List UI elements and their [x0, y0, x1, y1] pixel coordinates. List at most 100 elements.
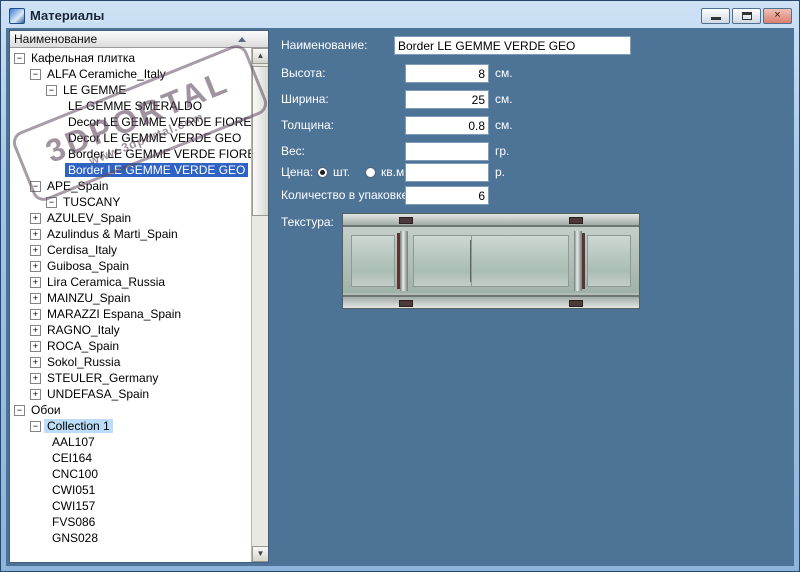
name-input[interactable]	[394, 36, 631, 55]
tree-item[interactable]: Decor LE GEMME VERDE FIORE	[10, 114, 251, 130]
expand-icon[interactable]: +	[30, 324, 41, 336]
materials-tree: − Кафельная плитка − ALFA Ceramiche_Italy − L…	[10, 48, 251, 562]
price-per-sqm-radio[interactable]	[365, 167, 376, 178]
tree-item[interactable]: − APE_Spain	[10, 178, 251, 194]
collapse-icon[interactable]: −	[46, 84, 57, 96]
tree-item[interactable]: + Sokol_Russia	[10, 354, 251, 370]
expand-icon[interactable]: +	[30, 292, 41, 304]
tree-item[interactable]: + UNDEFASA_Spain	[10, 386, 251, 402]
tree-item[interactable]: CWI157	[10, 498, 251, 514]
name-label: Наименование:	[281, 38, 368, 52]
tree-item[interactable]: − Collection 1	[10, 418, 251, 434]
sort-arrow-icon	[238, 37, 246, 42]
window-title: Материалы	[30, 8, 105, 23]
maximize-button[interactable]	[732, 7, 761, 24]
tree-item-label: CWI157	[52, 499, 96, 513]
expand-icon[interactable]: +	[30, 244, 41, 256]
tree-item[interactable]: − LE GEMME	[10, 82, 251, 98]
tree-item[interactable]: + STEULER_Germany	[10, 370, 251, 386]
tree-item[interactable]: − Кафельная плитка	[10, 50, 251, 66]
scrollbar-thumb[interactable]	[252, 66, 268, 216]
expand-icon[interactable]: +	[30, 276, 41, 288]
tree-item[interactable]: + Lira Ceramica_Russia	[10, 274, 251, 290]
tree-item[interactable]: − TUSCANY	[10, 194, 251, 210]
tree-item-label: CNC100	[52, 467, 99, 481]
tree-item-label: Decor LE GEMME VERDE GEO	[68, 131, 242, 145]
collapse-icon[interactable]: −	[14, 52, 25, 64]
height-input[interactable]	[405, 64, 489, 83]
tree-item-label: Sokol_Russia	[47, 355, 121, 369]
tree-item[interactable]: GNS028	[10, 530, 251, 546]
price-input[interactable]	[405, 163, 489, 182]
height-unit: см.	[495, 66, 513, 80]
expand-icon[interactable]: +	[30, 340, 41, 352]
tree-item[interactable]: + MARAZZI Espana_Spain	[10, 306, 251, 322]
tree-item[interactable]: − Обои	[10, 402, 251, 418]
tree-item-label: MAINZU_Spain	[47, 291, 131, 305]
tree-item-label: FVS086	[52, 515, 96, 529]
tree-item[interactable]: Border LE GEMME VERDE GEO	[10, 162, 251, 178]
tree-column-header[interactable]: Наименование	[10, 31, 268, 48]
tree-item-label: ALFA Ceramiche_Italy	[47, 67, 166, 81]
tree-item[interactable]: + Cerdisa_Italy	[10, 242, 251, 258]
thickness-unit: см.	[495, 118, 513, 132]
scroll-up-button[interactable]: ▲	[252, 48, 268, 64]
collapse-icon[interactable]: −	[30, 180, 41, 192]
close-button[interactable]: ×	[763, 7, 792, 24]
tree-item[interactable]: Border LE GEMME VERDE FIORE	[10, 146, 251, 162]
tree-item-label: RAGNO_Italy	[47, 323, 120, 337]
titlebar[interactable]: Материалы ×	[6, 4, 794, 27]
tree-item[interactable]: LE GEMME SMERALDO	[10, 98, 251, 114]
expand-icon[interactable]: +	[30, 260, 41, 272]
tree-item-label: CEI164	[52, 451, 93, 465]
price-per-sqm-label: кв.м.	[381, 165, 408, 179]
tree-item[interactable]: + Azulindus & Marti_Spain	[10, 226, 251, 242]
minimize-button[interactable]	[701, 7, 730, 24]
tree-item[interactable]: − ALFA Ceramiche_Italy	[10, 66, 251, 82]
tree-item[interactable]: + ROCA_Spain	[10, 338, 251, 354]
expand-icon[interactable]: +	[30, 388, 41, 400]
minimize-icon	[711, 16, 721, 20]
expand-icon[interactable]: +	[30, 356, 41, 368]
width-input[interactable]	[405, 90, 489, 109]
collapse-icon[interactable]: −	[46, 196, 57, 208]
texture-middle-band	[343, 229, 639, 293]
tree-item[interactable]: + MAINZU_Spain	[10, 290, 251, 306]
tree-item[interactable]: CWI051	[10, 482, 251, 498]
weight-unit: гр.	[495, 144, 510, 158]
price-per-piece-radio[interactable]	[317, 167, 328, 178]
tree-item-label: Cerdisa_Italy	[47, 243, 118, 257]
tree-scrollbar[interactable]: ▲ ▼	[251, 48, 268, 562]
texture-ornament	[399, 217, 413, 224]
tree-item-label: Collection 1	[44, 419, 113, 433]
tree-item-label: LE GEMME	[63, 83, 127, 97]
collapse-icon[interactable]: −	[30, 420, 41, 432]
tree-item[interactable]: FVS086	[10, 514, 251, 530]
tree-item[interactable]: Decor LE GEMME VERDE GEO	[10, 130, 251, 146]
weight-input[interactable]	[405, 142, 489, 161]
texture-divider	[400, 231, 408, 291]
tree-item[interactable]: AAL107	[10, 434, 251, 450]
tree-item-label: MARAZZI Espana_Spain	[47, 307, 182, 321]
tree-item[interactable]: + Guibosa_Spain	[10, 258, 251, 274]
expand-icon[interactable]: +	[30, 228, 41, 240]
client-area: Наименование − Кафельная плитка − ALFA Cera…	[6, 28, 794, 566]
expand-icon[interactable]: +	[30, 212, 41, 224]
texture-glass-segment	[587, 235, 631, 287]
properties-panel: Наименование: Высота: см. Ширина: см. То…	[269, 30, 791, 563]
expand-icon[interactable]: +	[30, 372, 41, 384]
tree-item[interactable]: + RAGNO_Italy	[10, 322, 251, 338]
texture-image	[342, 213, 640, 309]
thickness-input[interactable]	[405, 116, 489, 135]
pack-quantity-input[interactable]	[405, 186, 489, 205]
collapse-icon[interactable]: −	[30, 68, 41, 80]
tree-item[interactable]: + AZULEV_Spain	[10, 210, 251, 226]
thickness-label: Толщина:	[281, 118, 335, 132]
width-unit: см.	[495, 92, 513, 106]
tree-item[interactable]: CNC100	[10, 466, 251, 482]
expand-icon[interactable]: +	[30, 308, 41, 320]
tree-item-label: TUSCANY	[63, 195, 121, 209]
scroll-down-button[interactable]: ▼	[252, 546, 268, 562]
tree-item[interactable]: CEI164	[10, 450, 251, 466]
collapse-icon[interactable]: −	[14, 404, 25, 416]
